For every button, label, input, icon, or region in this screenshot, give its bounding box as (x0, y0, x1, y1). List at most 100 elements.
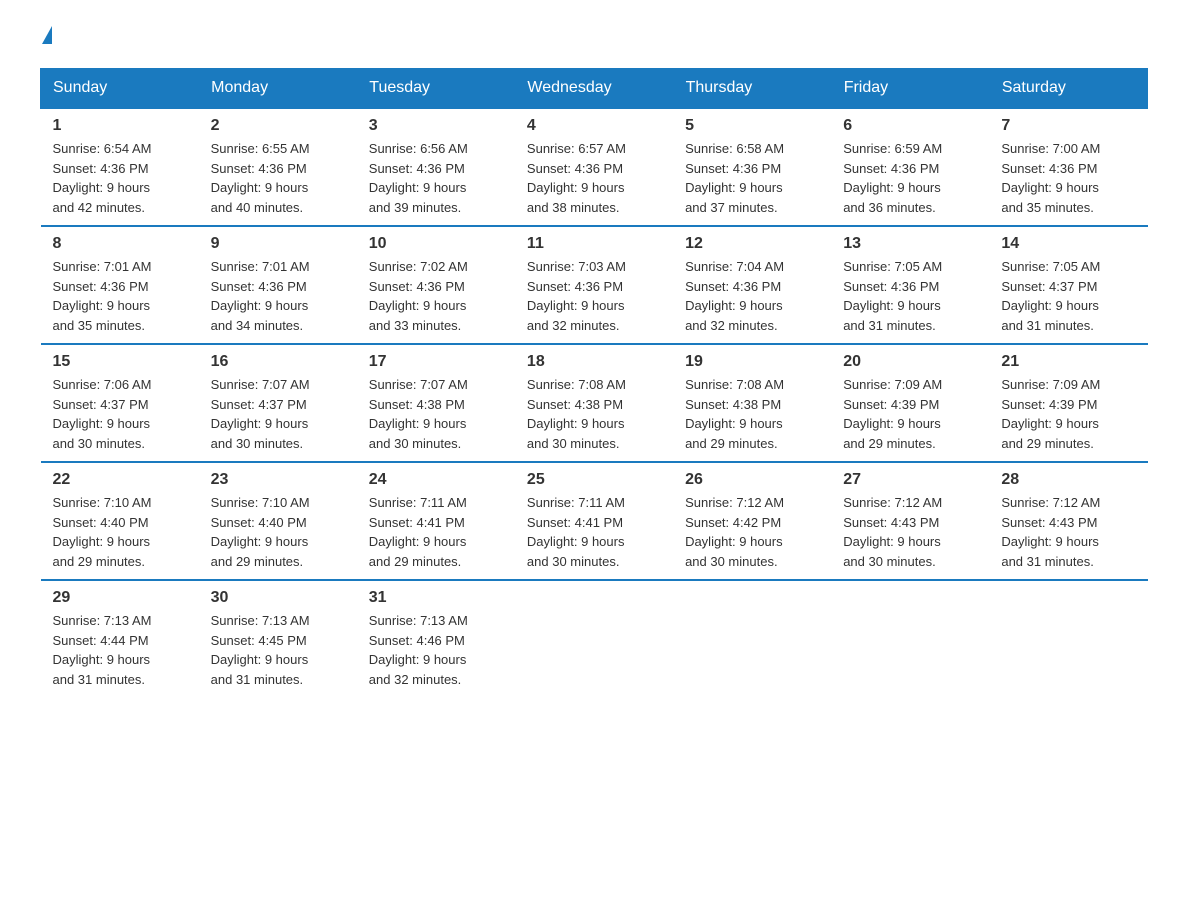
day-info: Sunrise: 7:04 AM Sunset: 4:36 PM Dayligh… (685, 257, 819, 335)
day-number: 8 (53, 235, 187, 253)
week-row-5: 29 Sunrise: 7:13 AM Sunset: 4:44 PM Dayl… (41, 580, 1148, 697)
calendar-cell: 21 Sunrise: 7:09 AM Sunset: 4:39 PM Dayl… (989, 344, 1147, 462)
day-info: Sunrise: 6:59 AM Sunset: 4:36 PM Dayligh… (843, 139, 977, 217)
weekday-thursday: Thursday (673, 69, 831, 109)
day-number: 5 (685, 117, 819, 135)
calendar-cell: 3 Sunrise: 6:56 AM Sunset: 4:36 PM Dayli… (357, 108, 515, 226)
weekday-friday: Friday (831, 69, 989, 109)
day-info: Sunrise: 7:09 AM Sunset: 4:39 PM Dayligh… (1001, 375, 1135, 453)
day-number: 29 (53, 589, 187, 607)
week-row-4: 22 Sunrise: 7:10 AM Sunset: 4:40 PM Dayl… (41, 462, 1148, 580)
day-number: 21 (1001, 353, 1135, 371)
calendar-cell: 5 Sunrise: 6:58 AM Sunset: 4:36 PM Dayli… (673, 108, 831, 226)
calendar-cell: 27 Sunrise: 7:12 AM Sunset: 4:43 PM Dayl… (831, 462, 989, 580)
day-number: 18 (527, 353, 661, 371)
day-info: Sunrise: 7:02 AM Sunset: 4:36 PM Dayligh… (369, 257, 503, 335)
page-header (40, 30, 1148, 48)
day-number: 16 (211, 353, 345, 371)
day-number: 10 (369, 235, 503, 253)
day-info: Sunrise: 7:01 AM Sunset: 4:36 PM Dayligh… (53, 257, 187, 335)
day-info: Sunrise: 7:13 AM Sunset: 4:44 PM Dayligh… (53, 611, 187, 689)
day-info: Sunrise: 7:12 AM Sunset: 4:43 PM Dayligh… (843, 493, 977, 571)
day-info: Sunrise: 6:54 AM Sunset: 4:36 PM Dayligh… (53, 139, 187, 217)
calendar-cell: 17 Sunrise: 7:07 AM Sunset: 4:38 PM Dayl… (357, 344, 515, 462)
calendar-cell: 14 Sunrise: 7:05 AM Sunset: 4:37 PM Dayl… (989, 226, 1147, 344)
calendar-cell (831, 580, 989, 697)
calendar-cell: 15 Sunrise: 7:06 AM Sunset: 4:37 PM Dayl… (41, 344, 199, 462)
day-info: Sunrise: 7:05 AM Sunset: 4:36 PM Dayligh… (843, 257, 977, 335)
day-info: Sunrise: 7:13 AM Sunset: 4:46 PM Dayligh… (369, 611, 503, 689)
day-number: 14 (1001, 235, 1135, 253)
calendar-cell: 8 Sunrise: 7:01 AM Sunset: 4:36 PM Dayli… (41, 226, 199, 344)
day-info: Sunrise: 6:57 AM Sunset: 4:36 PM Dayligh… (527, 139, 661, 217)
day-number: 28 (1001, 471, 1135, 489)
calendar-cell: 28 Sunrise: 7:12 AM Sunset: 4:43 PM Dayl… (989, 462, 1147, 580)
day-info: Sunrise: 6:56 AM Sunset: 4:36 PM Dayligh… (369, 139, 503, 217)
day-info: Sunrise: 7:12 AM Sunset: 4:42 PM Dayligh… (685, 493, 819, 571)
day-number: 26 (685, 471, 819, 489)
day-number: 11 (527, 235, 661, 253)
day-number: 4 (527, 117, 661, 135)
calendar-header: SundayMondayTuesdayWednesdayThursdayFrid… (41, 69, 1148, 109)
calendar-cell: 9 Sunrise: 7:01 AM Sunset: 4:36 PM Dayli… (199, 226, 357, 344)
weekday-header-row: SundayMondayTuesdayWednesdayThursdayFrid… (41, 69, 1148, 109)
calendar-cell: 2 Sunrise: 6:55 AM Sunset: 4:36 PM Dayli… (199, 108, 357, 226)
day-number: 17 (369, 353, 503, 371)
calendar-cell: 31 Sunrise: 7:13 AM Sunset: 4:46 PM Dayl… (357, 580, 515, 697)
weekday-sunday: Sunday (41, 69, 199, 109)
calendar-cell (673, 580, 831, 697)
calendar-table: SundayMondayTuesdayWednesdayThursdayFrid… (40, 68, 1148, 697)
day-info: Sunrise: 7:07 AM Sunset: 4:37 PM Dayligh… (211, 375, 345, 453)
calendar-cell: 19 Sunrise: 7:08 AM Sunset: 4:38 PM Dayl… (673, 344, 831, 462)
calendar-cell (989, 580, 1147, 697)
calendar-cell: 6 Sunrise: 6:59 AM Sunset: 4:36 PM Dayli… (831, 108, 989, 226)
day-info: Sunrise: 7:03 AM Sunset: 4:36 PM Dayligh… (527, 257, 661, 335)
day-info: Sunrise: 6:58 AM Sunset: 4:36 PM Dayligh… (685, 139, 819, 217)
calendar-cell: 25 Sunrise: 7:11 AM Sunset: 4:41 PM Dayl… (515, 462, 673, 580)
weekday-tuesday: Tuesday (357, 69, 515, 109)
calendar-cell: 4 Sunrise: 6:57 AM Sunset: 4:36 PM Dayli… (515, 108, 673, 226)
calendar-cell: 16 Sunrise: 7:07 AM Sunset: 4:37 PM Dayl… (199, 344, 357, 462)
day-number: 20 (843, 353, 977, 371)
day-number: 23 (211, 471, 345, 489)
calendar-cell: 7 Sunrise: 7:00 AM Sunset: 4:36 PM Dayli… (989, 108, 1147, 226)
day-number: 1 (53, 117, 187, 135)
day-info: Sunrise: 7:10 AM Sunset: 4:40 PM Dayligh… (211, 493, 345, 571)
day-number: 6 (843, 117, 977, 135)
day-info: Sunrise: 7:05 AM Sunset: 4:37 PM Dayligh… (1001, 257, 1135, 335)
calendar-cell: 13 Sunrise: 7:05 AM Sunset: 4:36 PM Dayl… (831, 226, 989, 344)
day-info: Sunrise: 7:00 AM Sunset: 4:36 PM Dayligh… (1001, 139, 1135, 217)
day-number: 2 (211, 117, 345, 135)
day-number: 27 (843, 471, 977, 489)
calendar-cell (515, 580, 673, 697)
day-number: 12 (685, 235, 819, 253)
day-info: Sunrise: 7:11 AM Sunset: 4:41 PM Dayligh… (527, 493, 661, 571)
day-info: Sunrise: 7:11 AM Sunset: 4:41 PM Dayligh… (369, 493, 503, 571)
day-info: Sunrise: 6:55 AM Sunset: 4:36 PM Dayligh… (211, 139, 345, 217)
weekday-saturday: Saturday (989, 69, 1147, 109)
day-info: Sunrise: 7:09 AM Sunset: 4:39 PM Dayligh… (843, 375, 977, 453)
day-number: 22 (53, 471, 187, 489)
week-row-1: 1 Sunrise: 6:54 AM Sunset: 4:36 PM Dayli… (41, 108, 1148, 226)
day-info: Sunrise: 7:12 AM Sunset: 4:43 PM Dayligh… (1001, 493, 1135, 571)
calendar-cell: 10 Sunrise: 7:02 AM Sunset: 4:36 PM Dayl… (357, 226, 515, 344)
day-number: 7 (1001, 117, 1135, 135)
weekday-wednesday: Wednesday (515, 69, 673, 109)
day-info: Sunrise: 7:07 AM Sunset: 4:38 PM Dayligh… (369, 375, 503, 453)
calendar-cell: 30 Sunrise: 7:13 AM Sunset: 4:45 PM Dayl… (199, 580, 357, 697)
day-number: 31 (369, 589, 503, 607)
day-info: Sunrise: 7:08 AM Sunset: 4:38 PM Dayligh… (527, 375, 661, 453)
day-number: 19 (685, 353, 819, 371)
calendar-cell: 18 Sunrise: 7:08 AM Sunset: 4:38 PM Dayl… (515, 344, 673, 462)
calendar-cell: 12 Sunrise: 7:04 AM Sunset: 4:36 PM Dayl… (673, 226, 831, 344)
day-number: 3 (369, 117, 503, 135)
calendar-body: 1 Sunrise: 6:54 AM Sunset: 4:36 PM Dayli… (41, 108, 1148, 697)
calendar-cell: 29 Sunrise: 7:13 AM Sunset: 4:44 PM Dayl… (41, 580, 199, 697)
calendar-cell: 26 Sunrise: 7:12 AM Sunset: 4:42 PM Dayl… (673, 462, 831, 580)
day-info: Sunrise: 7:08 AM Sunset: 4:38 PM Dayligh… (685, 375, 819, 453)
day-number: 25 (527, 471, 661, 489)
day-number: 24 (369, 471, 503, 489)
day-number: 9 (211, 235, 345, 253)
day-info: Sunrise: 7:01 AM Sunset: 4:36 PM Dayligh… (211, 257, 345, 335)
logo (40, 30, 52, 48)
